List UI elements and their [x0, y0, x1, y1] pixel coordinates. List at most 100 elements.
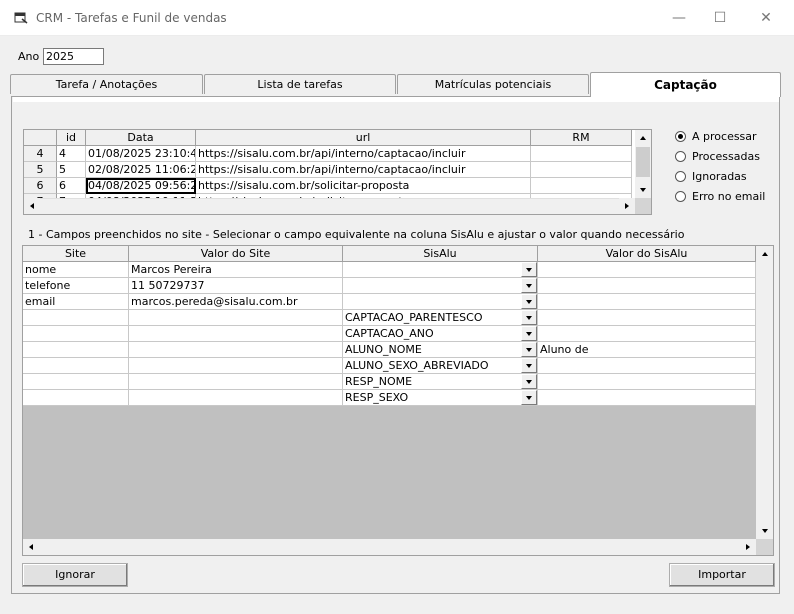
radio-processadas[interactable]: Processadas — [675, 149, 760, 163]
table-cell-sisalu[interactable]: CAPTACAO_PARENTESCO — [343, 310, 538, 326]
col-header-url[interactable]: url — [196, 130, 531, 146]
arrow-right-icon — [746, 544, 750, 550]
radio-ignoradas[interactable]: Ignoradas — [675, 169, 747, 183]
table-cell-url[interactable]: https://sisalu.com.br/api/interno/captac… — [196, 146, 531, 162]
table-cell-id[interactable]: 4 — [57, 146, 86, 162]
radio-erro-no-email[interactable]: Erro no email — [675, 189, 765, 203]
table-cell-sisalu[interactable]: CAPTACAO_ANO — [343, 326, 538, 342]
table-cell-valor-sisalu[interactable] — [538, 310, 756, 326]
sisalu-dropdown-button[interactable] — [521, 310, 537, 325]
sisalu-dropdown-button[interactable] — [521, 374, 537, 389]
importar-button[interactable]: Importar — [669, 563, 775, 587]
sisalu-dropdown-button[interactable] — [521, 294, 537, 309]
col-header-sisalu[interactable]: SisAlu — [343, 246, 538, 262]
radio-a-processar[interactable]: A processar — [675, 129, 757, 143]
table-cell-sisalu[interactable]: RESP_NOME — [343, 374, 538, 390]
minimize-button[interactable]: — — [656, 0, 702, 36]
table-cell-site[interactable]: email — [23, 294, 129, 310]
table-cell-valor-sisalu[interactable]: Aluno de — [538, 342, 756, 358]
table-cell-valor-site[interactable] — [129, 326, 343, 342]
table-cell-rm[interactable] — [531, 162, 632, 178]
chevron-down-icon — [526, 363, 532, 368]
scroll-up-button[interactable] — [635, 130, 651, 146]
table-cell-site[interactable]: nome — [23, 262, 129, 278]
table-cell-data[interactable]: 01/08/2025 23:10:43 — [86, 146, 196, 162]
table-cell-site[interactable] — [23, 390, 129, 406]
ano-input[interactable]: 2025 — [43, 48, 104, 65]
sisalu-dropdown-button[interactable] — [521, 262, 537, 277]
sisalu-dropdown-button[interactable] — [521, 358, 537, 373]
tab-lista-de-tarefas[interactable]: Lista de tarefas — [204, 74, 396, 94]
scroll-down-button[interactable] — [757, 523, 773, 539]
table-cell-valor-sisalu[interactable] — [538, 278, 756, 294]
table-cell-site[interactable] — [23, 358, 129, 374]
vertical-scrollbar[interactable] — [756, 246, 773, 539]
scroll-left-button[interactable] — [24, 198, 40, 214]
table-cell-sisalu[interactable]: RESP_SEXO — [343, 390, 538, 406]
table-cell-valor-site[interactable] — [129, 310, 343, 326]
table-cell-data[interactable]: 02/08/2025 11:06:23 — [86, 162, 196, 178]
tab-tarefa-anotacoes[interactable]: Tarefa / Anotações — [10, 74, 203, 94]
scroll-thumb[interactable] — [636, 147, 650, 177]
scroll-down-button[interactable] — [635, 182, 651, 198]
table-cell-valor-sisalu[interactable] — [538, 262, 756, 278]
ignorar-button[interactable]: Ignorar — [22, 563, 128, 587]
sisalu-dropdown-button[interactable] — [521, 390, 537, 405]
row-number[interactable]: 4 — [24, 146, 57, 162]
col-header-rm[interactable]: RM — [531, 130, 632, 146]
sisalu-dropdown-button[interactable] — [521, 326, 537, 341]
table-cell-valor-site[interactable]: Marcos Pereira — [129, 262, 343, 278]
table-cell-url[interactable]: https://sisalu.com.br/solicitar-proposta — [196, 178, 531, 194]
row-number[interactable]: 5 — [24, 162, 57, 178]
scroll-left-button[interactable] — [23, 539, 39, 555]
table-cell-rm[interactable] — [531, 146, 632, 162]
table-cell-rm[interactable] — [531, 178, 632, 194]
table-cell-site[interactable] — [23, 342, 129, 358]
table-cell-valor-site[interactable] — [129, 342, 343, 358]
table-cell-valor-sisalu[interactable] — [538, 358, 756, 374]
table-cell-sisalu[interactable] — [343, 278, 538, 294]
table-cell-data-selected[interactable]: 04/08/2025 09:56:28 — [86, 178, 196, 194]
table-cell-valor-site[interactable] — [129, 374, 343, 390]
table-cell-sisalu[interactable]: ALUNO_NOME — [343, 342, 538, 358]
chevron-down-icon — [526, 315, 532, 320]
row-number[interactable]: 6 — [24, 178, 57, 194]
table-cell-valor-sisalu[interactable] — [538, 390, 756, 406]
table-cell-valor-site[interactable]: 11 50729737 — [129, 278, 343, 294]
table-cell-site[interactable] — [23, 374, 129, 390]
col-header-data[interactable]: Data — [86, 130, 196, 146]
table-cell-sisalu[interactable] — [343, 262, 538, 278]
horizontal-scrollbar[interactable] — [24, 198, 635, 214]
table-cell-valor-sisalu[interactable] — [538, 294, 756, 310]
table-cell-valor-site[interactable] — [129, 390, 343, 406]
col-header-valor-site[interactable]: Valor do Site — [129, 246, 343, 262]
tab-matriculas-potenciais[interactable]: Matrículas potenciais — [397, 74, 589, 94]
table-cell-valor-site[interactable]: marcos.pereda@sisalu.com.br — [129, 294, 343, 310]
maximize-button[interactable]: ☐ — [697, 0, 743, 36]
scroll-up-button[interactable] — [757, 246, 773, 262]
scroll-right-button[interactable] — [740, 539, 756, 555]
table-cell-site[interactable]: telefone — [23, 278, 129, 294]
table-cell-valor-sisalu[interactable] — [538, 374, 756, 390]
arrow-left-icon — [30, 203, 34, 209]
scroll-right-button[interactable] — [619, 198, 635, 214]
table-cell-sisalu[interactable]: ALUNO_SEXO_ABREVIADO — [343, 358, 538, 374]
fields-mapping-grid[interactable]: Site Valor do Site SisAlu Valor do SisAl… — [22, 245, 774, 556]
table-cell-valor-site[interactable] — [129, 358, 343, 374]
table-cell-url[interactable]: https://sisalu.com.br/api/interno/captac… — [196, 162, 531, 178]
table-cell-valor-sisalu[interactable] — [538, 326, 756, 342]
table-cell-id[interactable]: 5 — [57, 162, 86, 178]
table-cell-site[interactable] — [23, 310, 129, 326]
tab-captacao[interactable]: Captação — [590, 72, 781, 97]
sisalu-dropdown-button[interactable] — [521, 278, 537, 293]
sisalu-dropdown-button[interactable] — [521, 342, 537, 357]
col-header-valor-sisalu[interactable]: Valor do SisAlu — [538, 246, 756, 262]
close-button[interactable]: ✕ — [743, 0, 789, 36]
col-header-id[interactable]: id — [57, 130, 86, 146]
captacao-list-grid[interactable]: id Data url RM 4 4 01/08/2025 23:10:43 h… — [23, 129, 652, 215]
horizontal-scrollbar[interactable] — [23, 539, 756, 555]
table-cell-sisalu[interactable] — [343, 294, 538, 310]
table-cell-site[interactable] — [23, 326, 129, 342]
col-header-site[interactable]: Site — [23, 246, 129, 262]
table-cell-id[interactable]: 6 — [57, 178, 86, 194]
